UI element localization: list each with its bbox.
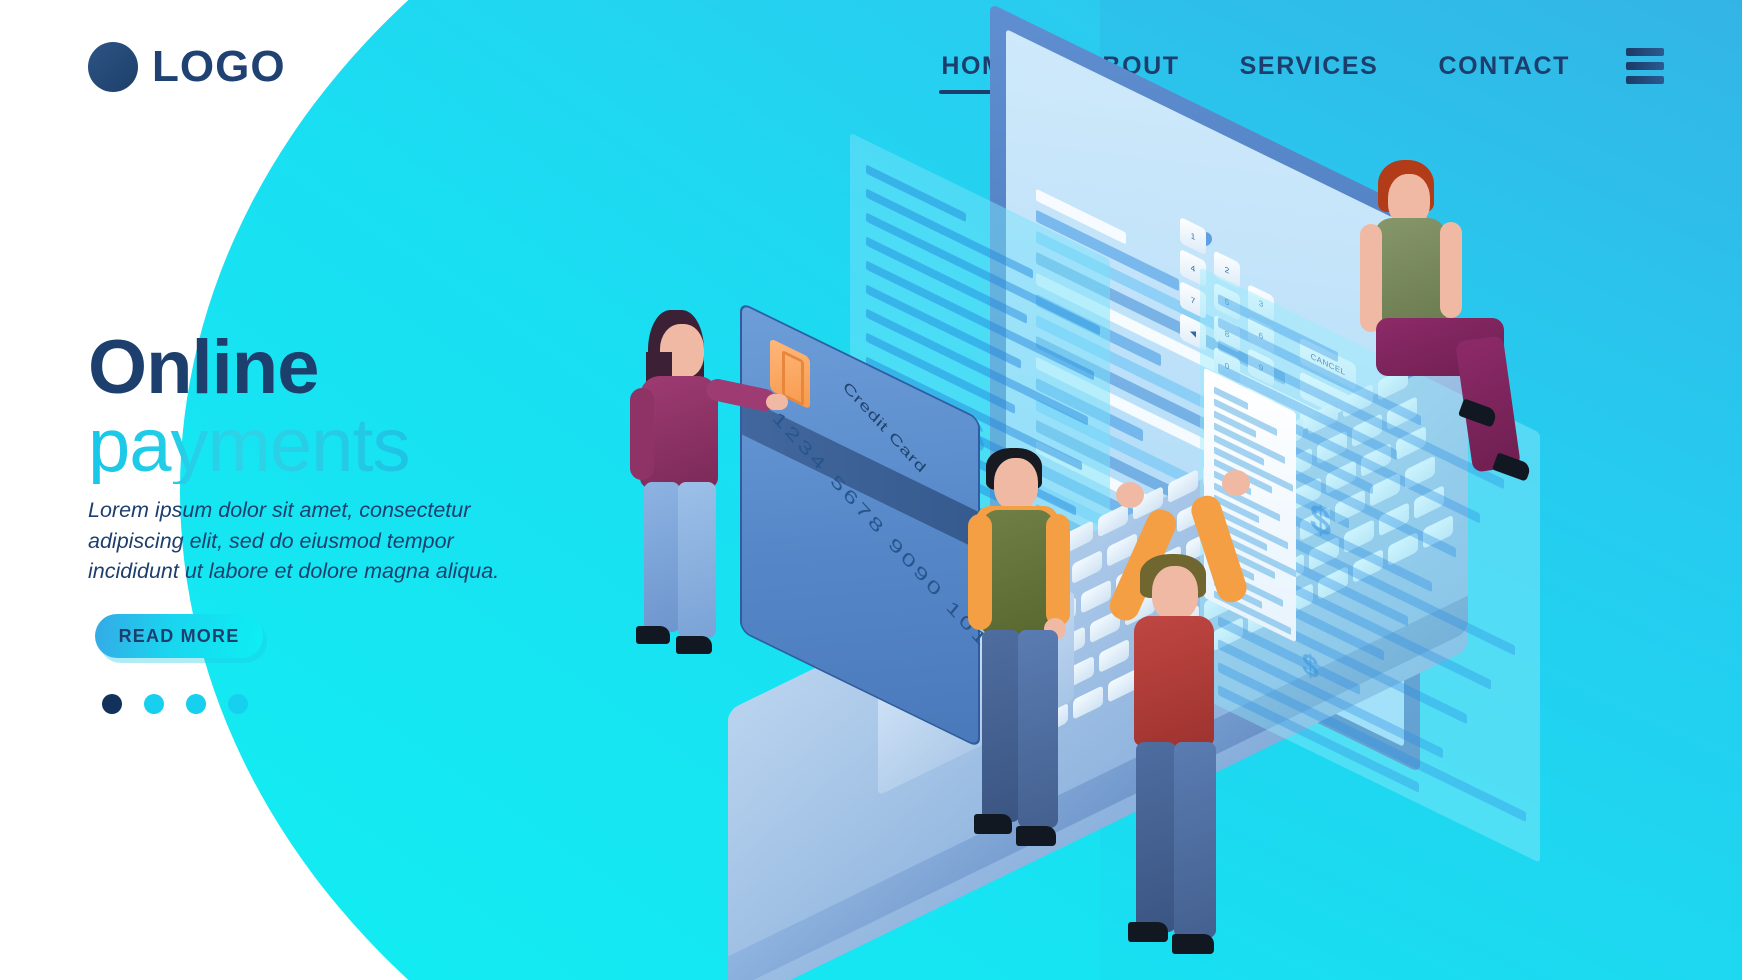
- logo-text: LOGO: [152, 42, 286, 91]
- circle-logo-mark-icon: [88, 42, 138, 92]
- carousel-dot-1[interactable]: [102, 694, 122, 714]
- online-payment-illustration: 123456789◀0▲CANCELENTER $ $ $ Credit Car…: [560, 3, 1740, 980]
- page-title-line2: payments: [88, 403, 410, 488]
- hero-description: Lorem ipsum dolor sit amet, consectetur …: [88, 498, 500, 584]
- page-title-line1: Online: [88, 325, 319, 410]
- logo[interactable]: LOGO: [88, 42, 286, 92]
- carousel-dot-2[interactable]: [144, 694, 164, 714]
- person-woman-left: [618, 310, 788, 690]
- landing-page: LOGO HOME ABOUT SERVICES CONTACT Online …: [0, 0, 1742, 980]
- carousel-dot-4[interactable]: [228, 694, 248, 714]
- person-man-red: [1100, 470, 1270, 954]
- carousel-dot-3[interactable]: [186, 694, 206, 714]
- read-more-button[interactable]: READ MORE: [95, 614, 263, 658]
- person-woman-sitting: [1360, 160, 1560, 520]
- person-man-green: [960, 448, 1100, 888]
- panel-line: [866, 260, 1094, 381]
- carousel-dots: [102, 694, 248, 714]
